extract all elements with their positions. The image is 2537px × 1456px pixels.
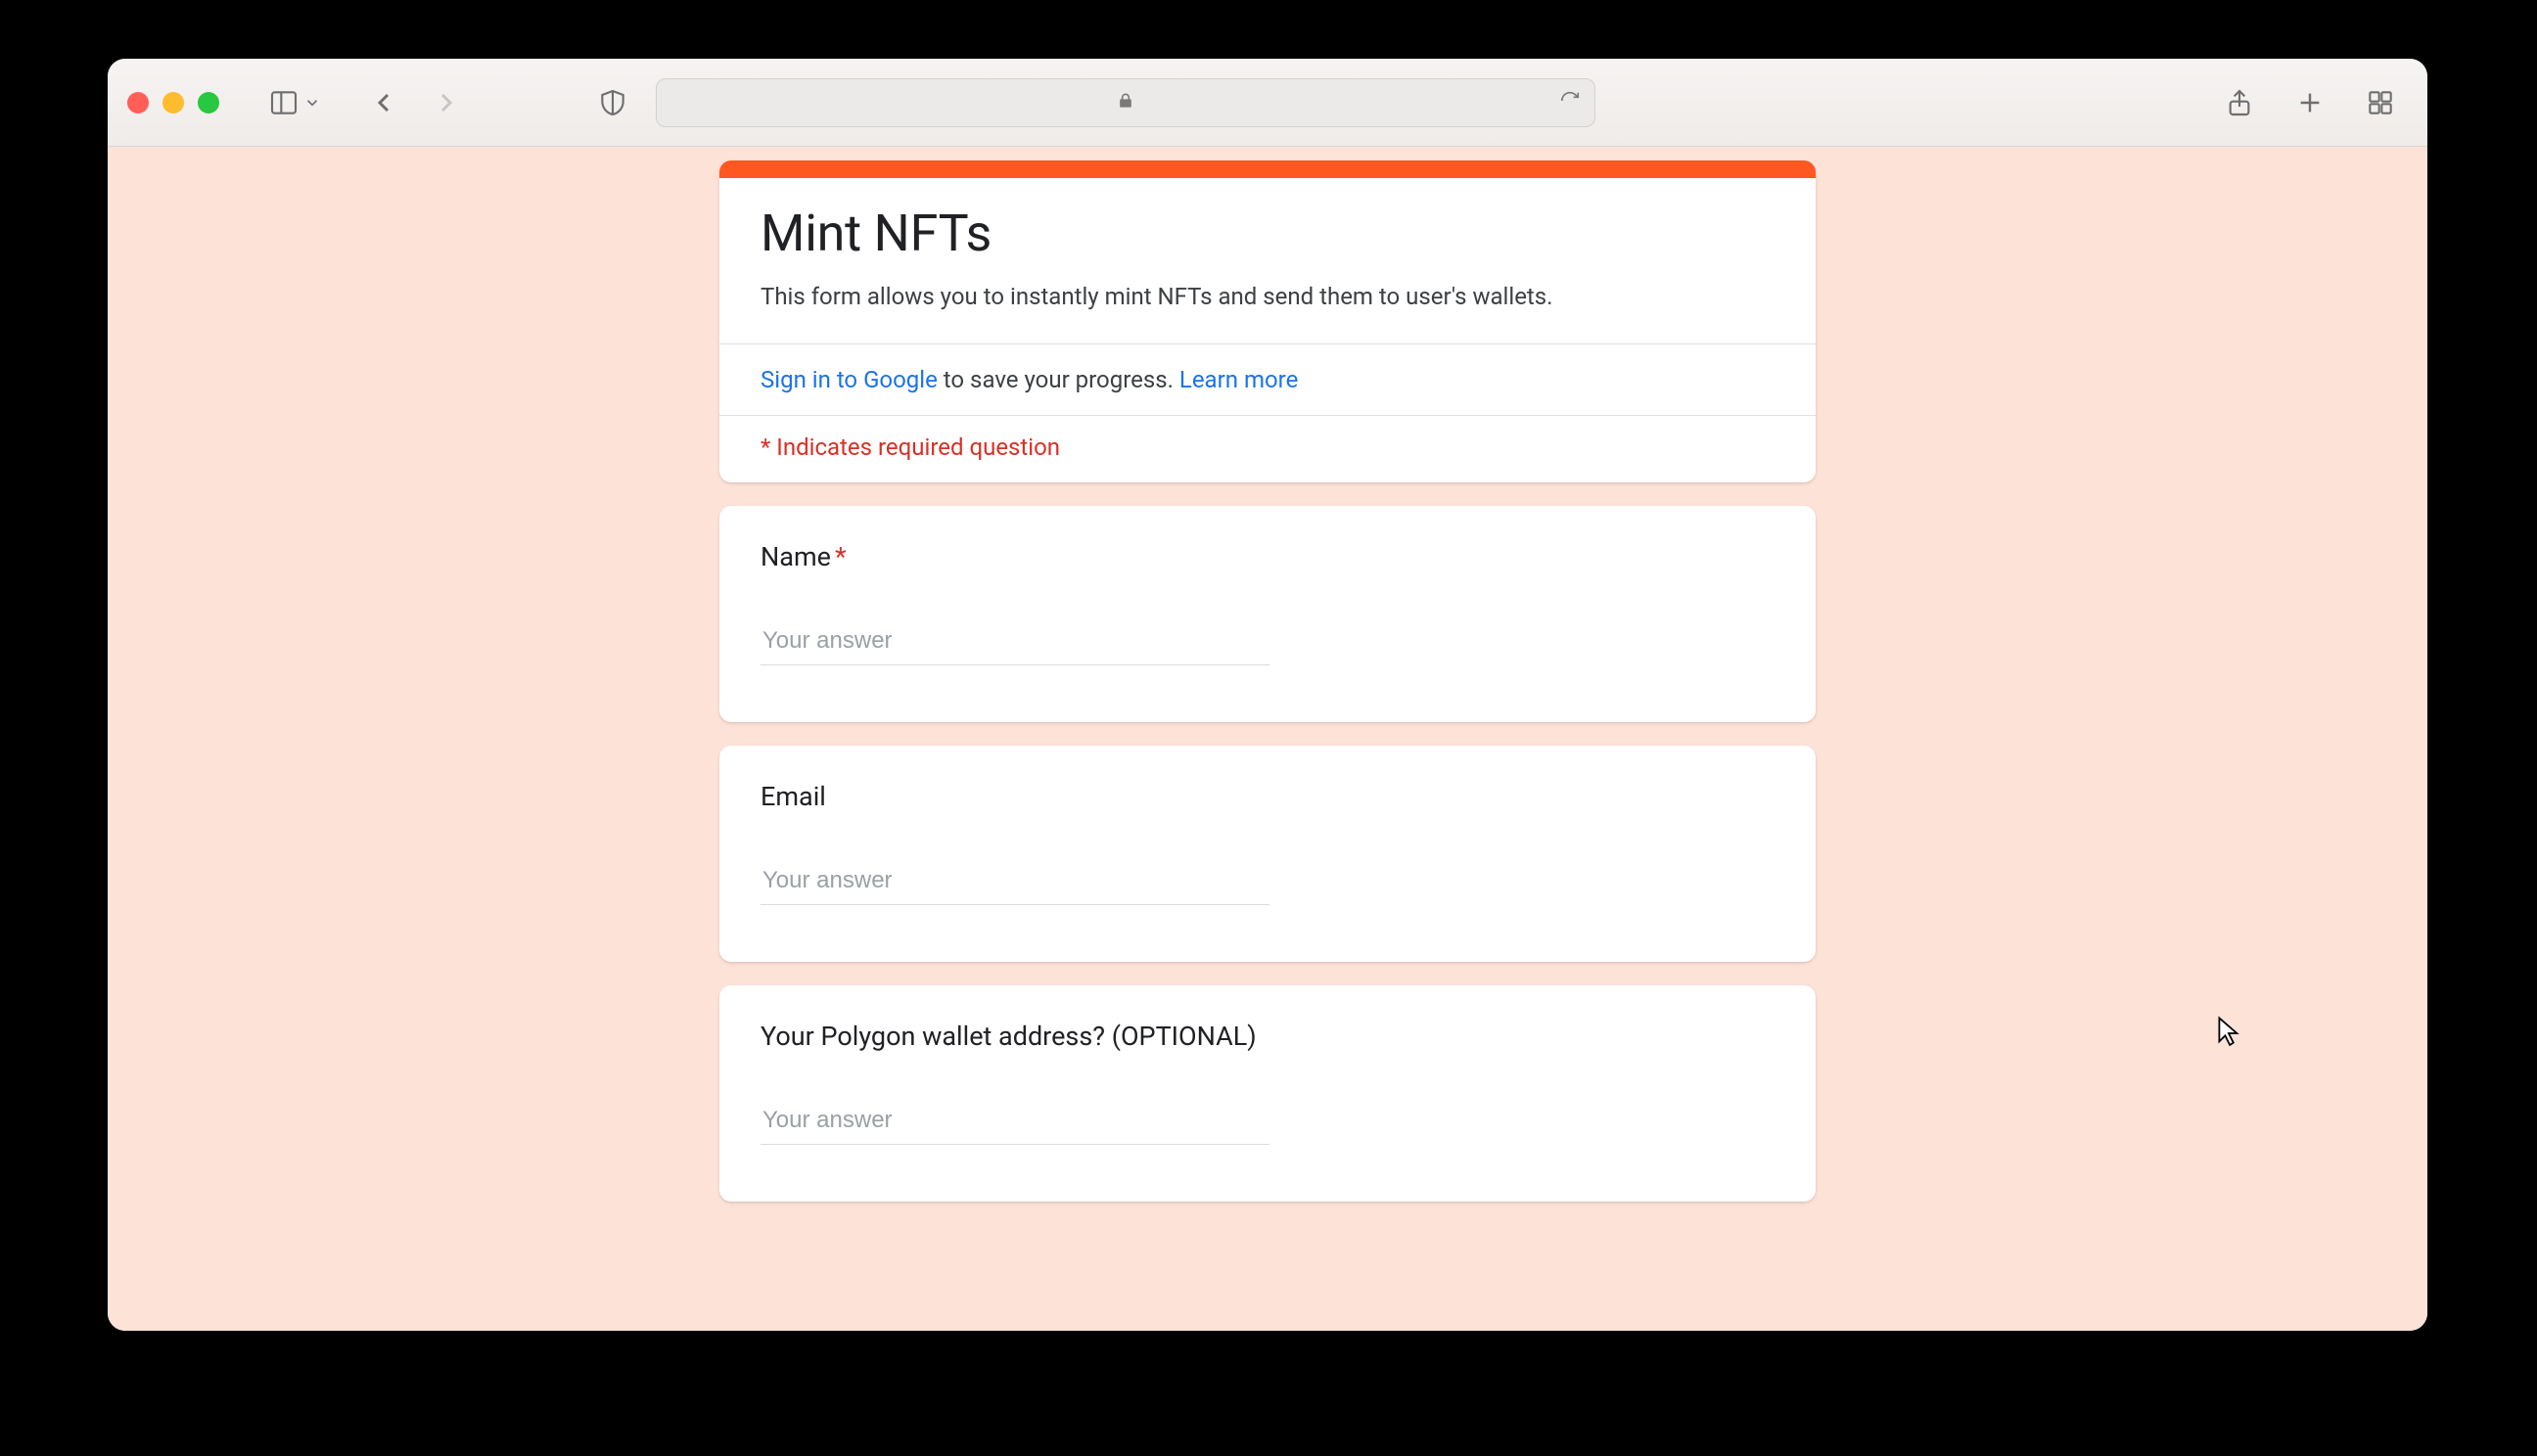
sidebar-icon[interactable] bbox=[268, 87, 300, 118]
url-bar[interactable] bbox=[656, 78, 1595, 127]
refresh-icon[interactable] bbox=[1559, 90, 1581, 115]
question-card-name: Name* bbox=[719, 506, 1816, 722]
question-label: Name* bbox=[761, 541, 1775, 572]
signin-link[interactable]: Sign in to Google bbox=[761, 366, 938, 393]
question-label-text: Name bbox=[761, 541, 831, 572]
shield-icon[interactable] bbox=[597, 87, 628, 118]
chevron-down-icon[interactable] bbox=[303, 94, 321, 112]
forward-button[interactable] bbox=[431, 87, 462, 118]
minimize-window-button[interactable] bbox=[162, 92, 184, 114]
browser-window: Mint NFTs This form allows you to instan… bbox=[108, 59, 2427, 1331]
email-input[interactable] bbox=[761, 861, 1269, 905]
page-content: Mint NFTs This form allows you to instan… bbox=[108, 147, 2427, 1331]
browser-toolbar bbox=[108, 59, 2427, 147]
form-description: This form allows you to instantly mint N… bbox=[761, 279, 1775, 314]
traffic-lights bbox=[127, 92, 219, 114]
question-label: Your Polygon wallet address? (OPTIONAL) bbox=[761, 1021, 1775, 1052]
required-star: * bbox=[835, 541, 847, 572]
question-label: Email bbox=[761, 781, 1775, 812]
question-label-text: Your Polygon wallet address? (OPTIONAL) bbox=[761, 1021, 1257, 1052]
new-tab-button[interactable] bbox=[2294, 87, 2326, 118]
question-card-email: Email bbox=[719, 746, 1816, 962]
close-window-button[interactable] bbox=[127, 92, 149, 114]
zoom-window-button[interactable] bbox=[198, 92, 219, 114]
tab-overview-icon[interactable] bbox=[2365, 87, 2396, 118]
share-icon[interactable] bbox=[2224, 87, 2255, 118]
wallet-input[interactable] bbox=[761, 1101, 1269, 1145]
signin-row: Sign in to Google to save your progress.… bbox=[719, 344, 1816, 415]
required-notice: * Indicates required question bbox=[719, 416, 1816, 482]
signin-suffix: to save your progress. bbox=[938, 366, 1179, 393]
form-header-card: Mint NFTs This form allows you to instan… bbox=[719, 160, 1816, 482]
mouse-cursor-icon bbox=[2217, 1016, 2240, 1045]
name-input[interactable] bbox=[761, 621, 1269, 665]
accent-bar bbox=[719, 160, 1816, 178]
form-title: Mint NFTs bbox=[761, 204, 1775, 263]
question-label-text: Email bbox=[761, 781, 826, 812]
question-card-wallet: Your Polygon wallet address? (OPTIONAL) bbox=[719, 985, 1816, 1202]
learn-more-link[interactable]: Learn more bbox=[1179, 366, 1298, 393]
lock-icon bbox=[1116, 91, 1135, 114]
back-button[interactable] bbox=[368, 87, 399, 118]
